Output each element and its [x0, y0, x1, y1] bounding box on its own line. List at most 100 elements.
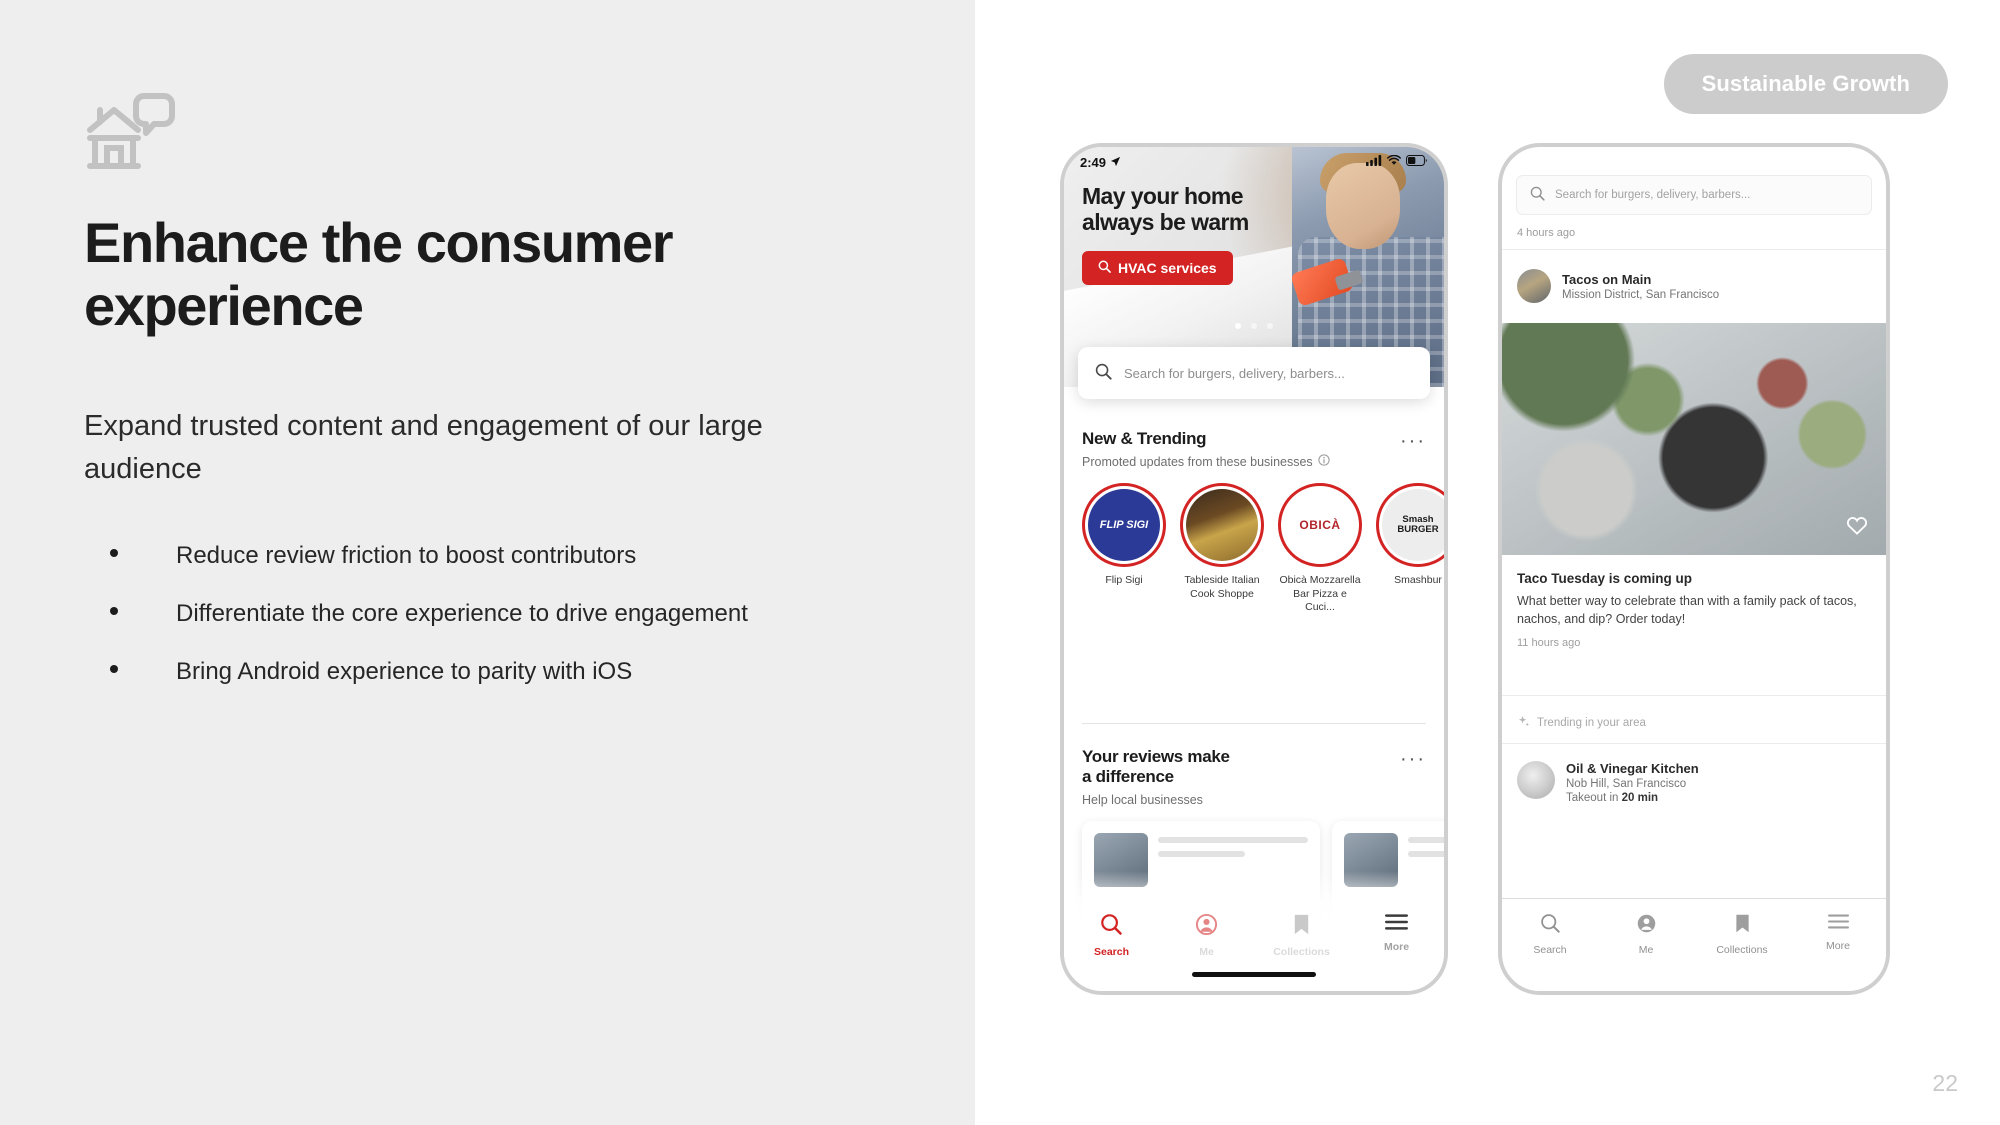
tab-collections[interactable]: Collections: [1254, 913, 1349, 958]
list-item: Differentiate the core experience to dri…: [110, 598, 930, 629]
cellular-signal-icon: [1366, 153, 1382, 171]
overflow-menu-icon[interactable]: ···: [1400, 429, 1426, 451]
status-indicators: [1366, 153, 1428, 171]
hero-headline: May your home always be warm: [1082, 183, 1249, 235]
business-name: Tacos on Main: [1562, 271, 1652, 287]
bullet-dot-icon: [110, 607, 118, 616]
business-location: Nob Hill, San Francisco: [1566, 778, 1687, 790]
battery-icon: [1406, 153, 1428, 171]
business-name: Obicà Mozzarella Bar Pizza e Cuci...: [1279, 574, 1361, 613]
bookmark-icon: [1733, 914, 1752, 938]
tab-search[interactable]: Search: [1502, 913, 1598, 956]
hvac-services-label: HVAC services: [1118, 260, 1217, 276]
business-avatar-ring: FLIP SIGI: [1082, 483, 1166, 568]
location-arrow-icon: [1110, 155, 1121, 170]
section-subtitle: Promoted updates from these businesses: [1082, 454, 1330, 469]
overflow-menu-icon[interactable]: ···: [1400, 747, 1426, 769]
feed-timestamp: 4 hours ago: [1517, 227, 1576, 239]
bottom-tab-bar[interactable]: Search Me Collections More: [1064, 899, 1444, 991]
divider: [1502, 695, 1886, 696]
bullet-text: Reduce review friction to boost contribu…: [176, 542, 637, 569]
tab-label: Search: [1533, 944, 1567, 956]
tab-label: Search: [1093, 946, 1130, 958]
bookmark-icon: [1291, 914, 1312, 940]
divider: [1082, 723, 1426, 724]
page-number: 22: [1932, 1070, 1958, 1096]
business-name: Flip Sigi: [1105, 574, 1143, 587]
tab-label: Collections: [1273, 946, 1330, 958]
feed-post: Taco Tuesday is coming up What better wa…: [1517, 571, 1871, 649]
business-logo: Smash BURGER: [1382, 489, 1444, 562]
bottom-tab-bar[interactable]: Search Me Collections More: [1502, 899, 1886, 991]
feed-business-header[interactable]: Tacos on Main Mission District, San Fran…: [1517, 269, 1719, 303]
home-indicator: [1192, 972, 1316, 977]
hvac-services-button[interactable]: HVAC services: [1082, 251, 1233, 285]
phone-mockup-secondary: Search for burgers, delivery, barbers...…: [1498, 143, 1890, 995]
tab-more[interactable]: More: [1349, 913, 1444, 953]
nearby-business-item[interactable]: Oil & Vinegar Kitchen Nob Hill, San Fran…: [1517, 761, 1699, 804]
takeout-eta: Takeout in 20 min: [1566, 792, 1699, 804]
search-input[interactable]: Search for burgers, delivery, barbers...: [1078, 347, 1430, 399]
avatar: [1517, 269, 1551, 303]
phone-mockup-primary: 2:49 May your home always be warm HVAC s…: [1060, 143, 1448, 995]
left-content-panel: Enhance the consumer experience Expand t…: [0, 0, 975, 1125]
bullet-list: Reduce review friction to boost contribu…: [110, 540, 930, 715]
list-item[interactable]: Tableside Italian Cook Shoppe: [1180, 483, 1264, 613]
tab-label: Collections: [1716, 944, 1768, 956]
bullet-dot-icon: [110, 665, 118, 674]
business-logo: [1186, 489, 1258, 562]
info-circle-icon[interactable]: [1318, 454, 1330, 469]
list-item: Reduce review friction to boost contribu…: [110, 540, 930, 571]
tab-me[interactable]: Me: [1598, 913, 1694, 956]
tab-collections[interactable]: Collections: [1694, 913, 1790, 956]
section-subtitle-text: Promoted updates from these businesses: [1082, 454, 1313, 469]
carousel-dots[interactable]: [1235, 323, 1273, 329]
status-badge: Sustainable Growth: [1663, 54, 1948, 114]
list-item[interactable]: Smash BURGER Smashbur: [1376, 483, 1444, 613]
search-icon: [1530, 186, 1545, 204]
section-title-line2: a difference: [1082, 767, 1174, 787]
search-icon: [1095, 363, 1112, 383]
search-icon: [1100, 914, 1123, 940]
business-name: Smashbur: [1394, 574, 1442, 587]
search-icon: [1540, 914, 1561, 938]
business-logo: FLIP SIGI: [1088, 489, 1160, 562]
search-placeholder: Search for burgers, delivery, barbers...: [1124, 365, 1345, 381]
post-title: Taco Tuesday is coming up: [1517, 571, 1693, 586]
search-input[interactable]: Search for burgers, delivery, barbers...: [1516, 175, 1872, 215]
slide-subtitle: Expand trusted content and engagement of…: [84, 410, 763, 485]
business-name: Oil & Vinegar Kitchen: [1566, 761, 1699, 776]
carousel-dot[interactable]: [1251, 323, 1257, 329]
hero-headline-line2: always be warm: [1082, 209, 1249, 236]
hamburger-menu-icon: [1827, 914, 1849, 934]
tab-label: Me: [1638, 944, 1654, 956]
hamburger-menu-icon: [1385, 914, 1408, 935]
search-icon: [1098, 260, 1111, 276]
heart-icon[interactable]: [1846, 515, 1868, 541]
list-item: Bring Android experience to parity with …: [110, 656, 930, 687]
tab-label: More: [1383, 941, 1410, 953]
page-title: Enhance the consumer experience: [84, 211, 674, 337]
search-placeholder: Search for burgers, delivery, barbers...: [1555, 189, 1751, 201]
promoted-business-row[interactable]: FLIP SIGI Flip Sigi Tableside Italian Co…: [1064, 483, 1444, 613]
trending-in-your-area-label: Trending in your area: [1517, 715, 1646, 731]
carousel-dot[interactable]: [1267, 323, 1273, 329]
list-item[interactable]: OBICÀ Obicà Mozzarella Bar Pizza e Cuci.…: [1278, 483, 1362, 613]
post-body: What better way to celebrate than with a…: [1517, 594, 1857, 626]
post-timestamp: 11 hours ago: [1517, 637, 1581, 649]
carousel-dot[interactable]: [1235, 323, 1241, 329]
person-icon: [1636, 914, 1657, 938]
feed-photo[interactable]: [1502, 323, 1886, 555]
tab-more[interactable]: More: [1790, 913, 1886, 952]
tab-search[interactable]: Search: [1064, 913, 1159, 958]
avatar: [1517, 761, 1555, 799]
tab-me[interactable]: Me: [1159, 913, 1254, 958]
section-title-line1: Your reviews make: [1082, 747, 1230, 766]
takeout-prefix: Takeout in: [1566, 792, 1622, 804]
bullet-text: Differentiate the core experience to dri…: [176, 600, 748, 628]
list-item[interactable]: FLIP SIGI Flip Sigi: [1082, 483, 1166, 613]
business-avatar-ring: OBICÀ: [1278, 483, 1362, 568]
bullet-dot-icon: [110, 549, 118, 557]
phone-screen: Search for burgers, delivery, barbers...…: [1502, 147, 1886, 991]
bullet-text: Bring Android experience to parity with …: [176, 658, 633, 686]
